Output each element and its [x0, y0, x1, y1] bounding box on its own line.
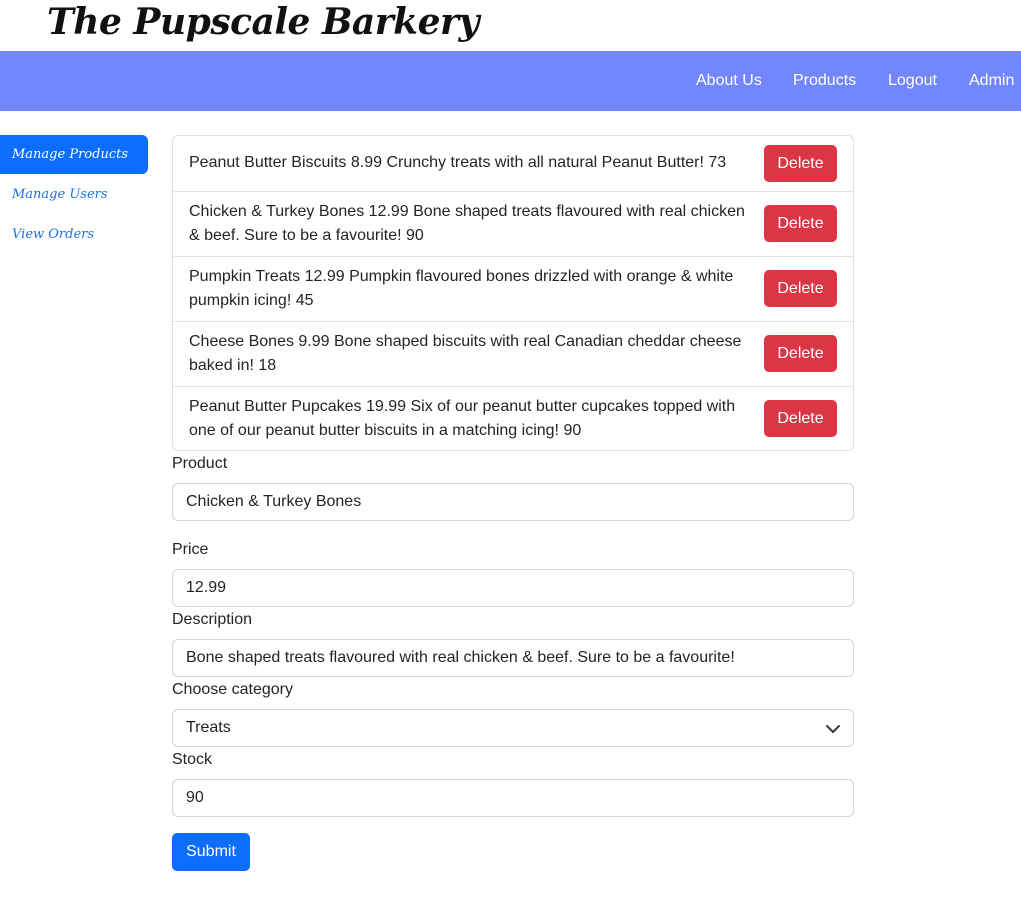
list-item: Pumpkin Treats 12.99 Pumpkin flavoured b…: [173, 256, 853, 321]
product-description: Pumpkin Treats 12.99 Pumpkin flavoured b…: [189, 268, 734, 309]
list-item: Cheese Bones 9.99 Bone shaped biscuits w…: [173, 321, 853, 386]
price-label: Price: [172, 541, 209, 558]
list-item: Peanut Butter Biscuits 8.99 Crunchy trea…: [173, 136, 853, 191]
chevron-down-icon: [826, 725, 840, 733]
stock-input[interactable]: 90: [172, 779, 854, 817]
sidebar-item-view-orders[interactable]: View Orders: [0, 215, 148, 254]
list-item: Chicken & Turkey Bones 12.99 Bone shaped…: [173, 191, 853, 256]
delete-button[interactable]: Delete: [764, 270, 837, 307]
product-label: Product: [172, 455, 228, 472]
price-input[interactable]: 12.99: [172, 569, 854, 607]
delete-button[interactable]: Delete: [764, 400, 837, 437]
category-label: Choose category: [172, 681, 293, 698]
site-brand[interactable]: The Pupscale Barkery: [47, 0, 479, 48]
list-item: Peanut Butter Pupcakes 19.99 Six of our …: [173, 386, 853, 450]
product-description: Peanut Butter Biscuits 8.99 Crunchy trea…: [189, 154, 727, 171]
category-select[interactable]: Treats: [172, 709, 854, 747]
submit-button[interactable]: Submit: [172, 833, 250, 871]
product-description: Chicken & Turkey Bones 12.99 Bone shaped…: [189, 203, 745, 244]
nav-about-us[interactable]: About Us: [696, 51, 762, 111]
top-navbar: About Us Products Logout Admin: [0, 51, 1021, 111]
delete-button[interactable]: Delete: [764, 205, 837, 242]
nav-logout[interactable]: Logout: [888, 51, 937, 111]
delete-button[interactable]: Delete: [764, 335, 837, 372]
product-description: Peanut Butter Pupcakes 19.99 Six of our …: [189, 398, 736, 439]
delete-button[interactable]: Delete: [764, 145, 837, 182]
sidebar-item-manage-users[interactable]: Manage Users: [0, 175, 148, 214]
product-description: Cheese Bones 9.99 Bone shaped biscuits w…: [189, 333, 742, 374]
product-input[interactable]: Chicken & Turkey Bones: [172, 483, 854, 521]
stock-label: Stock: [172, 751, 213, 768]
description-label: Description: [172, 611, 253, 628]
nav-products[interactable]: Products: [793, 51, 856, 111]
description-input[interactable]: Bone shaped treats flavoured with real c…: [172, 639, 854, 677]
nav-admin[interactable]: Admin: [969, 51, 1014, 111]
product-list: Peanut Butter Biscuits 8.99 Crunchy trea…: [172, 135, 854, 451]
category-selected-value: Treats: [186, 719, 231, 736]
sidebar-item-manage-products[interactable]: Manage Products: [0, 135, 148, 174]
